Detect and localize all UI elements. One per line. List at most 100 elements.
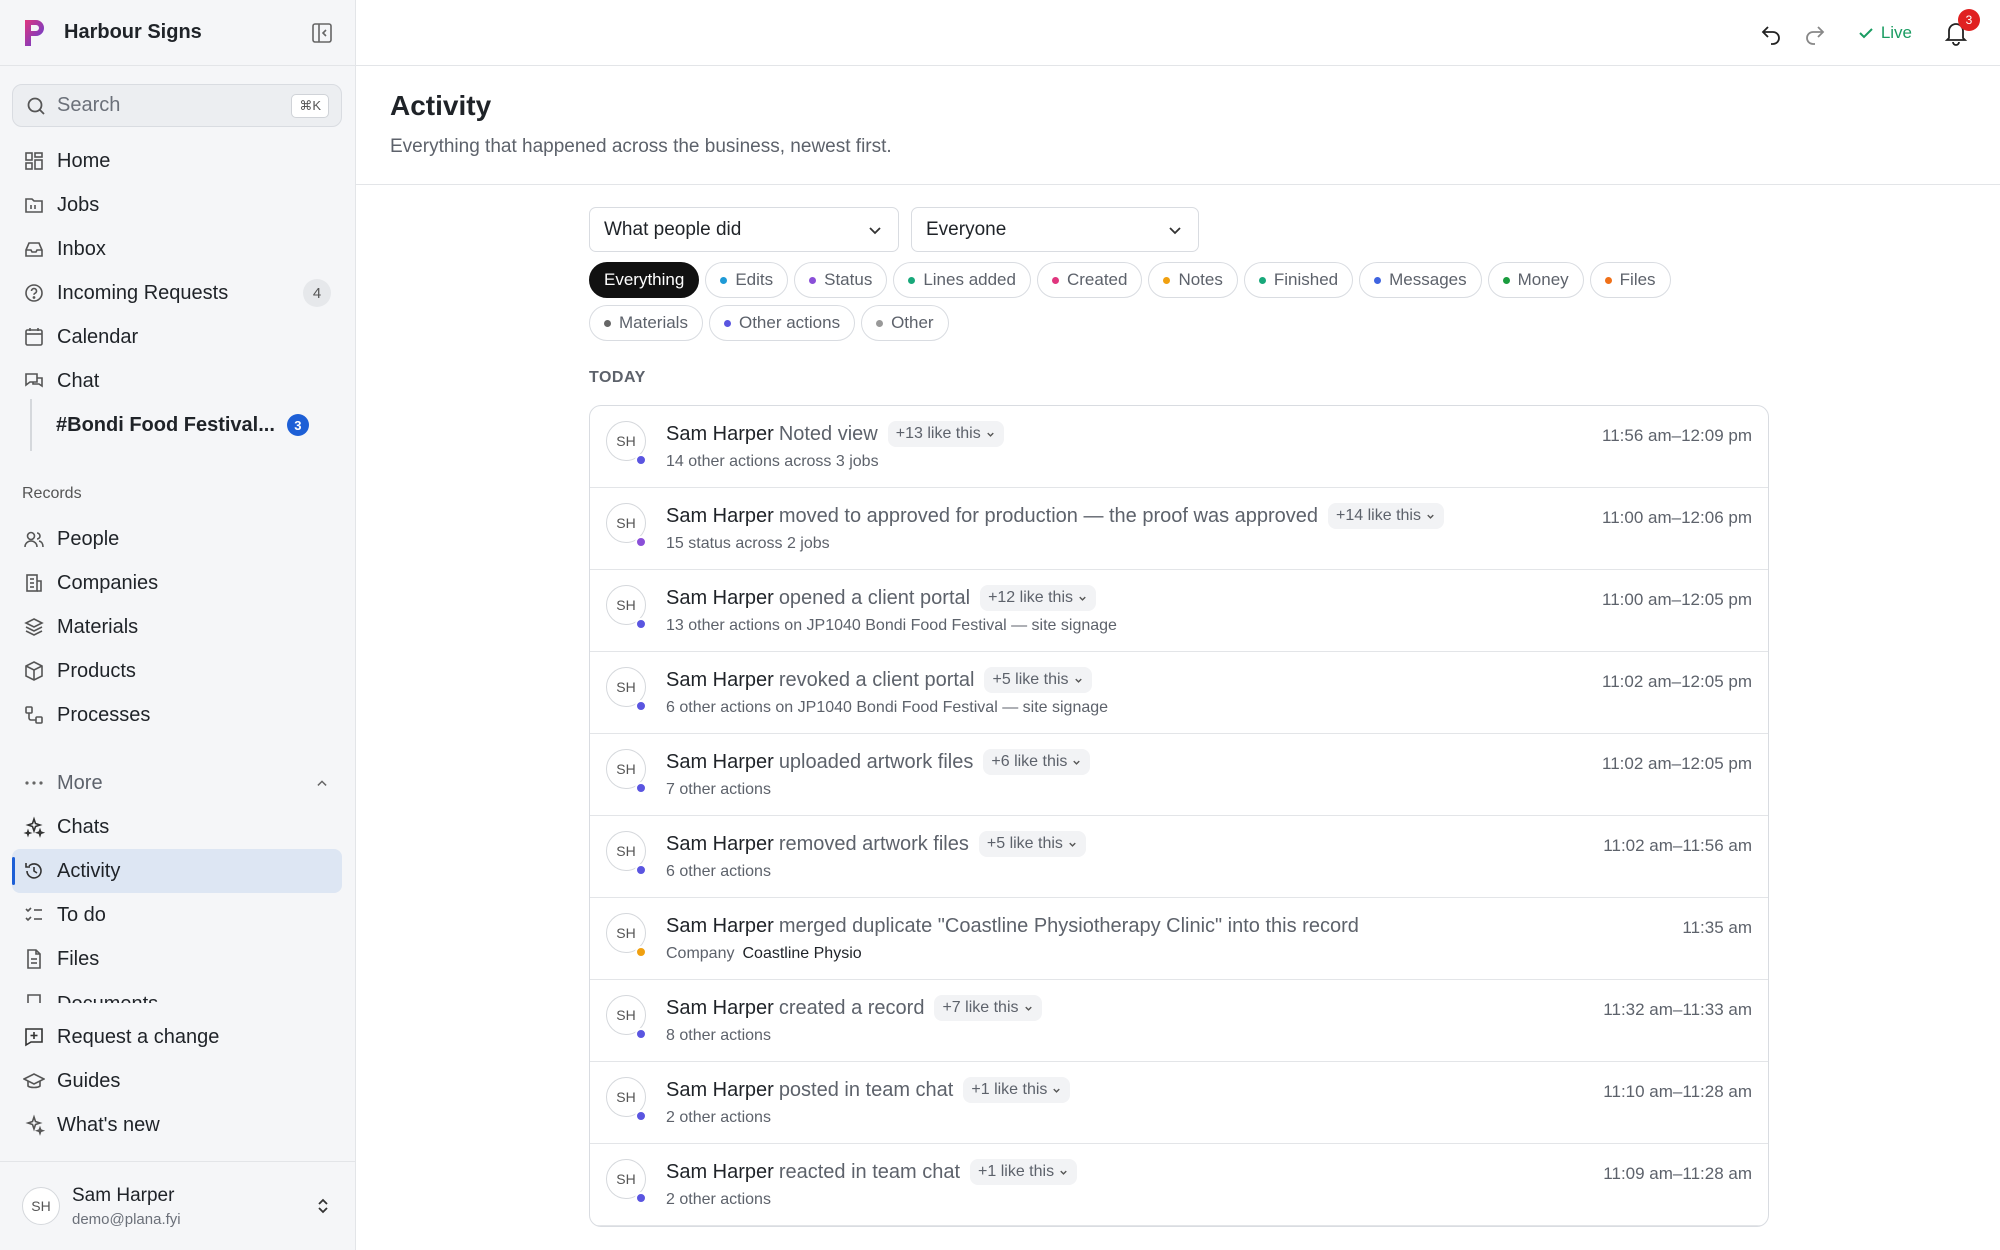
search-input[interactable]: Search ⌘K — [12, 84, 342, 127]
nav-chat[interactable]: Chat — [12, 359, 342, 403]
sidebar: Harbour Signs Search ⌘K Home Jobs Inbox — [0, 0, 356, 1250]
nav-companies[interactable]: Companies — [12, 561, 342, 605]
filter-chip[interactable]: Other — [861, 305, 949, 341]
home-grid-icon — [25, 152, 43, 170]
activity-row[interactable]: SH Sam Harper revoked a client portal +5 li… — [590, 652, 1768, 734]
activity-detail: 2 other actions — [666, 1191, 771, 1208]
chip-color-dot — [908, 276, 916, 284]
nav-processes[interactable]: Processes — [12, 693, 342, 737]
like-this-expander[interactable]: +12 like this — [980, 585, 1096, 611]
like-this-expander[interactable]: +7 like this — [934, 995, 1042, 1021]
filter-chip[interactable]: Files — [1589, 262, 1671, 298]
filter-chip[interactable]: Notes — [1148, 262, 1238, 298]
live-status[interactable]: Live — [1857, 23, 1912, 43]
nav-files[interactable]: Files — [12, 937, 342, 981]
nav-jobs[interactable]: Jobs — [12, 183, 342, 227]
avatar: SH — [606, 1159, 647, 1204]
more-toggle[interactable]: More — [12, 761, 342, 805]
filter-chip[interactable]: Everything — [589, 262, 700, 298]
sidebar-collapse-icon[interactable] — [311, 22, 333, 44]
incoming-count-badge: 4 — [303, 279, 331, 307]
activity-detail: 7 other actions — [666, 781, 771, 798]
page-title: Activity — [390, 90, 492, 121]
record-link[interactable]: Coastline Physio — [742, 945, 861, 962]
like-this-expander[interactable]: +5 like this — [984, 667, 1092, 693]
action-filter-select[interactable]: What people did — [589, 207, 899, 252]
actor-name: Sam Harper — [666, 586, 774, 609]
user-menu[interactable]: SH Sam Harper demo@plana.fyi — [0, 1161, 355, 1250]
like-this-expander[interactable]: +5 like this — [978, 831, 1086, 857]
people-filter-select[interactable]: Everyone — [911, 207, 1199, 252]
nav-products[interactable]: Products — [12, 649, 342, 693]
nav-whats-new[interactable]: What's new — [12, 1103, 342, 1147]
graduation-cap-icon — [23, 1073, 45, 1089]
activity-row[interactable]: SH Sam Harper moved to approved for produc… — [590, 488, 1768, 570]
actor-name: Sam Harper — [666, 750, 774, 773]
like-this-expander[interactable]: +14 like this — [1328, 503, 1444, 529]
activity-detail: 8 other actions — [666, 1027, 771, 1044]
undo-icon[interactable] — [1759, 21, 1783, 45]
filter-chip[interactable]: Finished — [1243, 262, 1354, 298]
filter-chip[interactable]: Materials — [589, 305, 703, 341]
nav-documents[interactable]: Documents — [12, 981, 342, 1003]
nav-calendar[interactable]: Calendar — [12, 315, 342, 359]
activity-time: 11:32 am–11:33 am — [1603, 1000, 1752, 1019]
filter-chip[interactable]: Messages — [1359, 262, 1482, 298]
filter-chip[interactable]: Other actions — [708, 305, 856, 341]
layers-icon — [24, 618, 44, 636]
chip-label: Notes — [1178, 270, 1223, 289]
page-header: Activity Everything that happened across… — [356, 66, 2000, 185]
nav-inbox[interactable]: Inbox — [12, 227, 342, 271]
nav-activity[interactable]: Activity — [12, 849, 342, 893]
filter-chip[interactable]: Edits — [705, 262, 789, 298]
filter-chip[interactable]: Status — [794, 262, 888, 298]
avatar: SH — [606, 913, 647, 958]
activity-row[interactable]: SH Sam Harper created a record +7 like this… — [590, 980, 1768, 1062]
nav-guides[interactable]: Guides — [12, 1059, 342, 1103]
activity-detail: 13 other actions on JP1040 Bondi Food Fe… — [666, 617, 1117, 634]
chip-label: Materials — [619, 313, 688, 332]
search-icon — [27, 97, 45, 115]
like-this-expander[interactable]: +6 like this — [983, 749, 1091, 775]
chip-label: Files — [1619, 270, 1656, 289]
activity-row[interactable]: SH Sam Harper Noted view +13 like this 14 ot… — [590, 406, 1768, 488]
nav-chats[interactable]: Chats — [12, 805, 342, 849]
activity-row[interactable]: SH Sam Harper merged duplicate "Coastline … — [590, 898, 1768, 980]
user-name: Sam Harper — [72, 1184, 175, 1206]
nav-people[interactable]: People — [12, 517, 342, 561]
activity-row[interactable]: SH Sam Harper reacted in team chat +1 like … — [590, 1144, 1768, 1226]
like-this-expander[interactable]: +1 like this — [963, 1077, 1071, 1103]
activity-row[interactable]: SH Sam Harper removed artwork files +5 like… — [590, 816, 1768, 898]
activity-row[interactable]: SH Sam Harper uploaded artwork files +6 lik… — [590, 734, 1768, 816]
redo-icon[interactable] — [1803, 21, 1827, 45]
filter-chip[interactable]: Money — [1487, 262, 1584, 298]
activity-row[interactable]: SH Sam Harper posted in team chat +1 like t… — [590, 1062, 1768, 1144]
filter-chip[interactable]: Created — [1036, 262, 1143, 298]
actor-name: Sam Harper — [666, 832, 774, 855]
nav-todo[interactable]: To do — [12, 893, 342, 937]
nav-incoming-requests[interactable]: Incoming Requests 4 — [12, 271, 342, 315]
activity-type-dot — [635, 1192, 647, 1204]
action-text: posted in team chat — [778, 1078, 954, 1101]
actor-name: Sam Harper — [666, 996, 774, 1019]
chat-bubbles-icon — [25, 373, 43, 388]
chevron-down-icon — [869, 226, 881, 234]
activity-time: 11:10 am–11:28 am — [1603, 1082, 1752, 1101]
chevron-down-icon — [1024, 1006, 1032, 1011]
chevron-down-icon — [1169, 226, 1181, 234]
more-nav: More Chats Activity To do Files Docu — [12, 761, 342, 1003]
avatar: SH — [606, 831, 647, 876]
activity-row[interactable]: SH Sam Harper opened a client portal +12 li… — [590, 570, 1768, 652]
chat-channel-item[interactable]: #Bondi Food Festival... 3 — [12, 399, 342, 451]
chip-color-dot — [720, 276, 728, 284]
footer-nav: Request a change Guides What's new — [12, 1015, 342, 1147]
nav-materials[interactable]: Materials — [12, 605, 342, 649]
filter-chip[interactable]: Lines added — [893, 262, 1031, 298]
chip-label: Finished — [1273, 270, 1339, 289]
notifications-button[interactable]: 3 — [1942, 8, 1980, 47]
like-this-expander[interactable]: +1 like this — [970, 1159, 1078, 1185]
like-this-expander[interactable]: +13 like this — [887, 421, 1004, 447]
actor-name: Sam Harper — [666, 422, 774, 445]
nav-home[interactable]: Home — [12, 139, 342, 183]
nav-request-change[interactable]: Request a change — [12, 1015, 342, 1059]
